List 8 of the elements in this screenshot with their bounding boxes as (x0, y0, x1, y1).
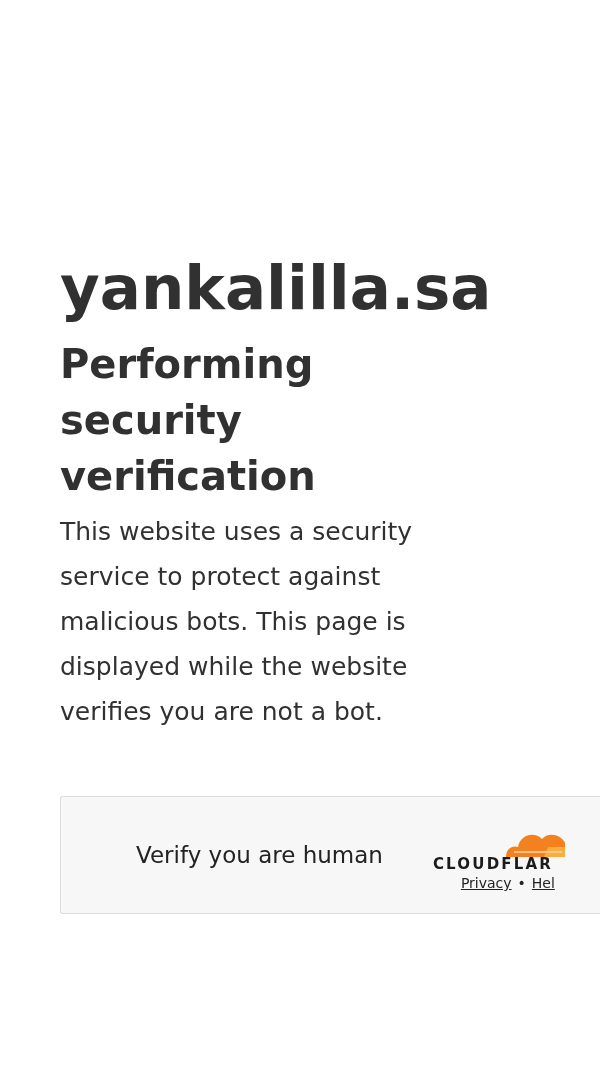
description-text: This website uses a security service to protect against malicious bots. This page is displayed while the website verifies you are not a bot. (60, 516, 414, 728)
verify-label: Verify you are human (136, 842, 383, 868)
site-title: yankalilla.sa (60, 251, 493, 325)
footer-link[interactable]: Hel (531, 875, 555, 891)
brand-wordmark: CLOUDFLAR (432, 855, 554, 873)
page-heading: Performing security verification (60, 340, 317, 501)
separator-dot: • (517, 875, 526, 891)
footer-link[interactable]: Privacy (460, 875, 512, 891)
